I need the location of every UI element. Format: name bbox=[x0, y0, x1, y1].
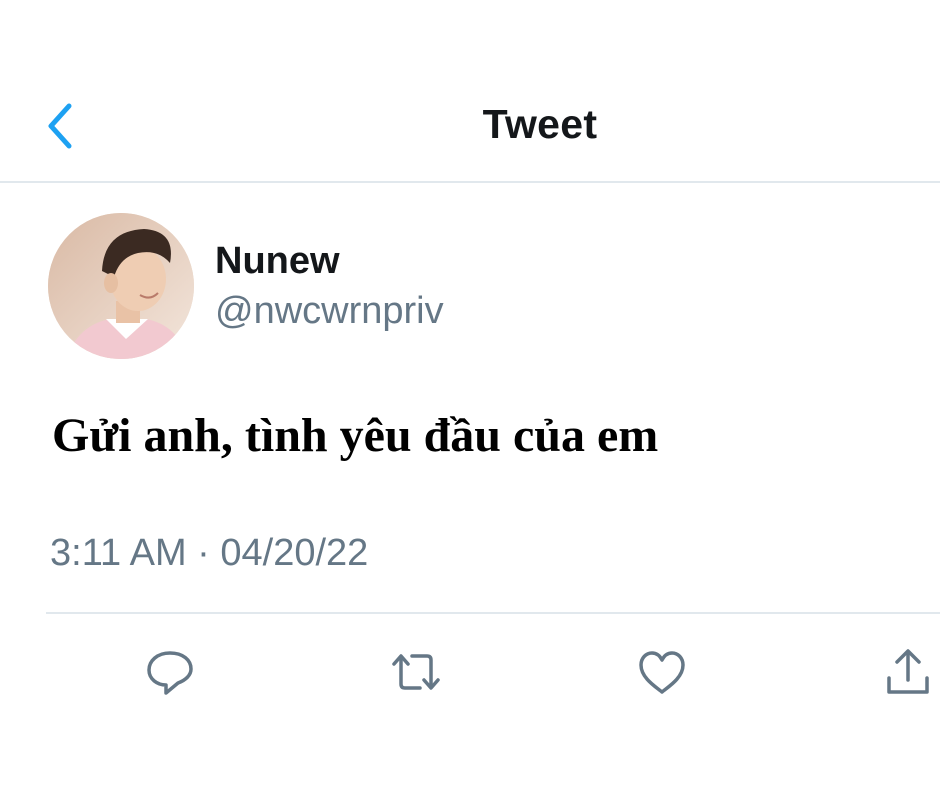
page-title: Tweet bbox=[482, 101, 598, 147]
tweet-timestamp: 3:11 AM · 04/20/22 bbox=[50, 532, 369, 574]
share-icon bbox=[887, 649, 929, 694]
reply-button[interactable] bbox=[142, 642, 198, 702]
retweet-button[interactable] bbox=[388, 642, 444, 702]
top-nav-bar: Tweet bbox=[0, 0, 940, 182]
like-icon bbox=[639, 651, 685, 694]
author-handle[interactable]: @nwcwrnpriv bbox=[215, 290, 444, 333]
share-button[interactable] bbox=[880, 642, 936, 702]
header-divider bbox=[0, 181, 940, 183]
reply-icon bbox=[147, 651, 193, 695]
tweet-detail-screen: Tweet Nunew @nwcwrnpriv Gửi anh, tình yê… bbox=[0, 0, 940, 788]
like-button[interactable] bbox=[634, 642, 690, 702]
actions-divider bbox=[46, 612, 940, 614]
author-name[interactable]: Nunew bbox=[215, 240, 340, 283]
avatar[interactable] bbox=[48, 213, 194, 359]
tweet-text: Gửi anh, tình yêu đầu của em bbox=[52, 409, 659, 462]
retweet-icon bbox=[392, 654, 440, 690]
